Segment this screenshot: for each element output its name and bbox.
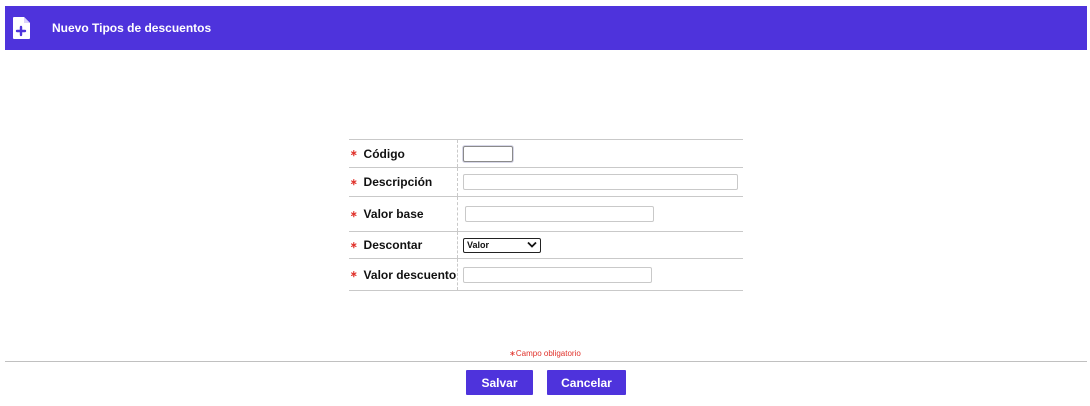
chevron-down-icon [527,240,537,250]
form-row-valor-descuento: ∗ Valor descuento [349,259,743,291]
descripcion-input[interactable] [463,174,738,190]
discount-type-form: ∗ Código ∗ Descripción ∗ Valor base ∗ De… [349,139,743,291]
valor-base-input[interactable] [465,206,654,222]
save-button[interactable]: Salvar [466,370,533,395]
valor-base-label: Valor base [363,207,424,221]
required-field-note: ∗Campo obligatorio [509,349,581,358]
descontar-label: Descontar [363,238,423,252]
descontar-selected-value: Valor [467,240,490,250]
required-asterisk: ∗ [350,208,358,219]
descripcion-label: Descripción [363,175,433,189]
form-row-descripcion: ∗ Descripción [349,168,743,197]
footer-divider [5,361,1087,362]
form-row-codigo: ∗ Código [349,140,743,168]
cancel-button[interactable]: Cancelar [547,370,626,395]
page-header: Nuevo Tipos de descuentos [5,6,1087,50]
required-asterisk: ∗ [350,148,358,158]
codigo-label: Código [363,146,405,161]
descontar-select[interactable]: Valor [463,237,541,253]
form-row-descontar: ∗ Descontar Valor [349,232,743,259]
valor-descuento-label: Valor descuento [363,267,457,282]
document-add-icon [7,6,37,50]
required-asterisk: ∗ [350,239,358,250]
required-asterisk: ∗ [350,269,358,279]
page-title: Nuevo Tipos de descuentos [52,21,212,35]
form-row-valor-base: ∗ Valor base [349,197,743,232]
codigo-input[interactable] [463,145,513,162]
required-asterisk: ∗ [350,176,358,187]
valor-descuento-input[interactable] [463,266,652,283]
